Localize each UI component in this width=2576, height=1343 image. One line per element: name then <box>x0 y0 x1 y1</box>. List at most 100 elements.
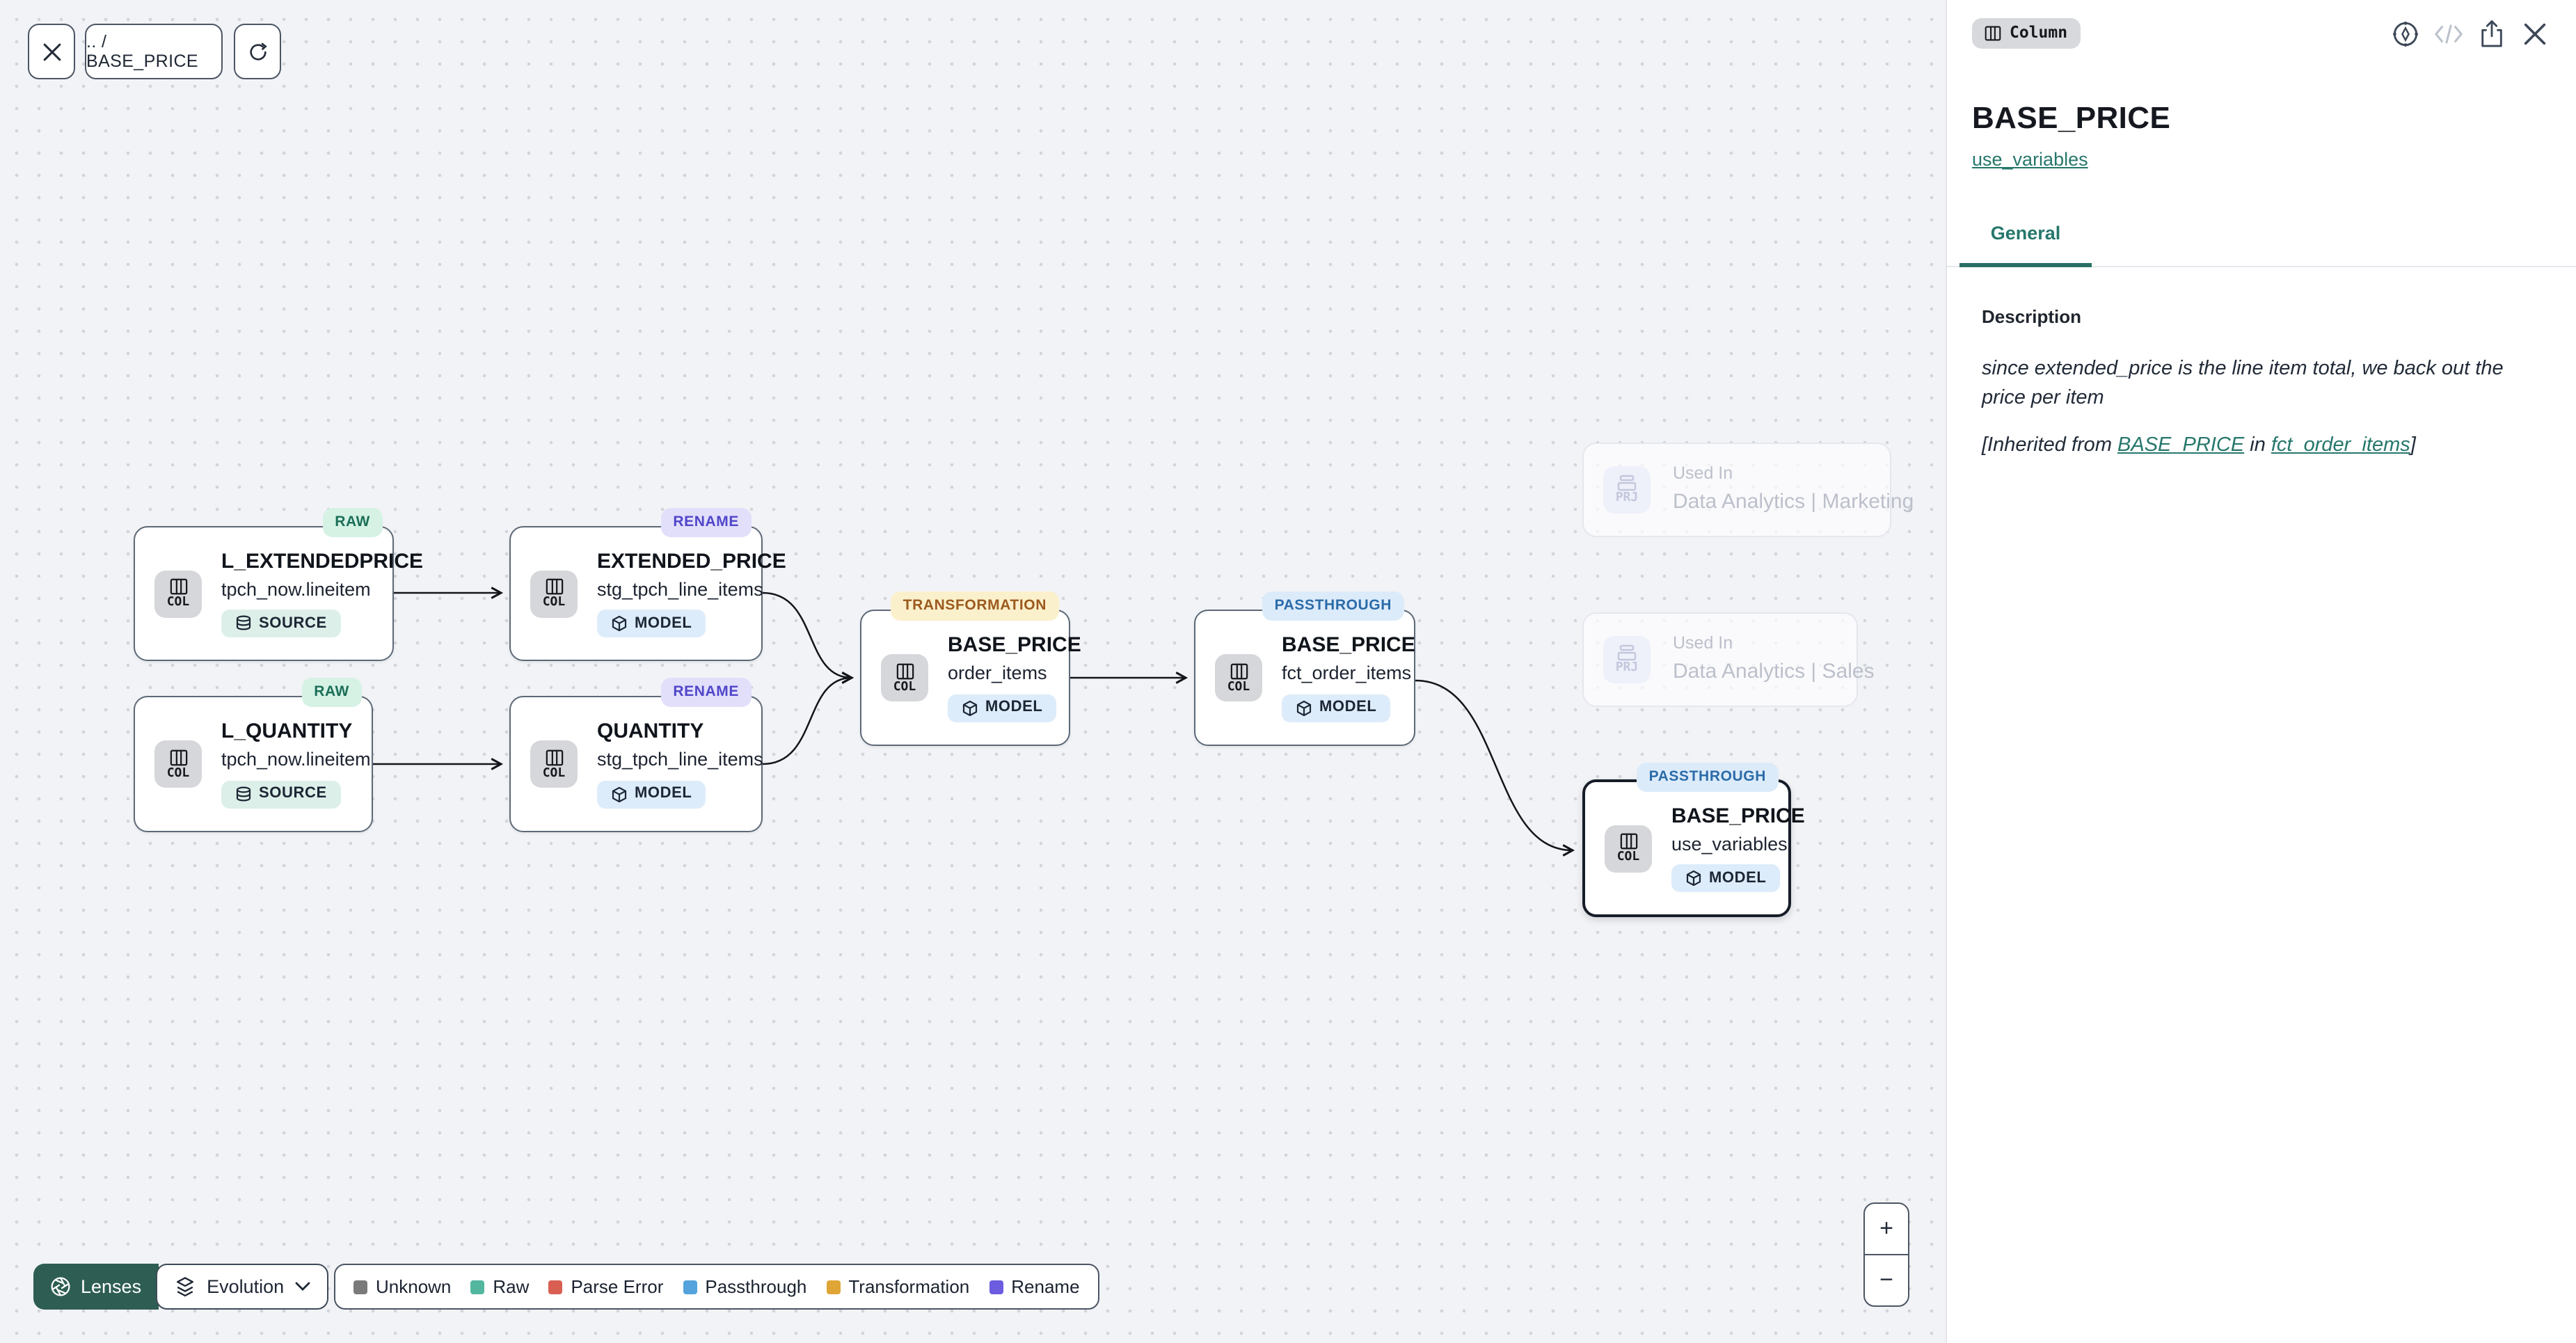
column-icon <box>1985 25 2001 42</box>
description-label: Description <box>1982 306 2543 327</box>
column-type-chip: COL <box>881 654 928 701</box>
model-chip: MODEL <box>1282 694 1390 722</box>
node-base-price-fct-order-items[interactable]: PASSTHROUGH COL BASE_PRICE fct_order_ite… <box>1194 610 1415 746</box>
node-subtitle: use_variables <box>1671 832 1780 856</box>
node-l-quantity[interactable]: RAW COL L_QUANTITY tpch_now.lineitem SOU… <box>134 696 373 832</box>
compass-icon <box>2390 19 2419 48</box>
node-title: EXTENDED_PRICE <box>597 549 753 574</box>
zoom-control: + − <box>1863 1202 1909 1308</box>
legend-swatch <box>353 1280 367 1294</box>
node-base-price-order-items[interactable]: TRANSFORMATION COL BASE_PRICE order_item… <box>860 610 1070 746</box>
column-type-chip: COL <box>530 570 578 617</box>
database-icon <box>235 616 252 633</box>
model-chip: MODEL <box>1671 865 1780 893</box>
node-subtitle: stg_tpch_line_items <box>597 577 753 601</box>
node-quantity[interactable]: RENAME COL QUANTITY stg_tpch_line_items … <box>509 696 763 832</box>
node-l-extendedprice[interactable]: RAW COL L_EXTENDEDPRICE tpch_now.lineite… <box>134 526 394 661</box>
column-icon <box>545 748 563 766</box>
column-icon <box>169 578 187 596</box>
legend-swatch <box>826 1280 840 1294</box>
edge-quantity-orderitems <box>763 678 852 764</box>
breadcrumb[interactable]: .. / BASE_PRICE <box>85 24 223 79</box>
legend-item-unknown: Unknown <box>353 1276 451 1297</box>
column-icon <box>1230 662 1248 680</box>
source-chip: SOURCE <box>221 781 341 809</box>
description-text: since extended_price is the line item to… <box>1982 355 2543 413</box>
model-chip: MODEL <box>948 694 1056 722</box>
lenses-button[interactable]: Lenses <box>33 1264 158 1310</box>
node-base-price-use-variables[interactable]: PASSTHROUGH COL BASE_PRICE use_variables… <box>1582 779 1791 917</box>
refresh-icon <box>247 41 268 62</box>
refresh-button[interactable] <box>234 24 281 79</box>
lens-legend: Unknown Raw Parse Error Passthrough Tran… <box>334 1264 1099 1310</box>
legend-item-passthrough: Passthrough <box>683 1276 806 1297</box>
inherited-column-link[interactable]: BASE_PRICE <box>2117 434 2244 456</box>
explore-compass-button[interactable] <box>2390 18 2420 49</box>
used-in-card-sales: PRJ Used In Data Analytics | Sales <box>1582 612 1858 707</box>
project-icon <box>1617 644 1637 661</box>
source-chip: SOURCE <box>221 610 341 638</box>
project-chip: PRJ <box>1603 466 1651 514</box>
legend-item-raw: Raw <box>470 1276 529 1297</box>
legend-item-transformation: Transformation <box>826 1276 969 1297</box>
model-chip: MODEL <box>597 781 706 809</box>
cube-icon <box>611 786 628 803</box>
node-extended-price[interactable]: RENAME COL EXTENDED_PRICE stg_tpch_line_… <box>509 526 763 661</box>
code-view-button[interactable] <box>2433 18 2463 49</box>
column-type-chip: COL <box>530 740 578 788</box>
project-chip: PRJ <box>1603 636 1651 683</box>
node-title: L_QUANTITY <box>221 720 363 745</box>
node-title: QUANTITY <box>597 720 753 745</box>
inherited-model-link[interactable]: fct_order_items <box>2271 434 2410 456</box>
column-icon <box>896 662 914 680</box>
legend-item-parse-error: Parse Error <box>548 1276 663 1297</box>
column-type-chip: COL <box>154 740 202 788</box>
used-in-label: Used In <box>1673 634 1875 655</box>
panel-title: BASE_PRICE <box>1972 100 2551 136</box>
lens-selector[interactable]: Evolution <box>155 1264 328 1310</box>
used-in-value: Data Analytics | Marketing <box>1673 489 1914 516</box>
column-icon <box>169 748 187 766</box>
node-title: BASE_PRICE <box>1671 804 1780 829</box>
active-tab-indicator <box>1959 263 2092 267</box>
legend-item-rename: Rename <box>989 1276 1079 1297</box>
edge-extendedprice-orderitems <box>763 593 852 678</box>
node-subtitle: tpch_now.lineitem <box>221 747 363 772</box>
share-button[interactable] <box>2476 18 2506 49</box>
node-subtitle: order_items <box>948 661 1060 685</box>
zoom-in-button[interactable]: + <box>1865 1204 1908 1254</box>
layers-icon <box>173 1276 196 1298</box>
close-icon <box>42 42 61 61</box>
cube-icon <box>611 616 628 633</box>
legend-swatch <box>683 1280 697 1294</box>
entity-type-badge: Column <box>1972 18 2080 49</box>
column-type-chip: COL <box>1605 825 1652 872</box>
cube-icon <box>1685 871 1702 887</box>
column-icon <box>1619 832 1637 850</box>
used-in-label: Used In <box>1673 464 1914 485</box>
use-variables-link[interactable]: use_variables <box>1972 149 2088 170</box>
share-icon <box>2478 19 2504 48</box>
chevron-down-icon <box>295 1282 310 1292</box>
zoom-out-button[interactable]: − <box>1865 1256 1908 1306</box>
legend-swatch <box>989 1280 1003 1294</box>
panel-tabs: General <box>1947 223 2576 267</box>
used-in-card-marketing: PRJ Used In Data Analytics | Marketing <box>1582 443 1891 537</box>
lenses-bar: Lenses Evolution <box>33 1264 328 1310</box>
close-panel-button[interactable] <box>2519 18 2550 49</box>
used-in-value: Data Analytics | Sales <box>1673 659 1875 686</box>
node-title: L_EXTENDEDPRICE <box>221 549 384 574</box>
close-icon <box>2522 22 2546 45</box>
tab-general[interactable]: General <box>1959 223 2092 244</box>
exit-lineage-button[interactable] <box>28 24 75 79</box>
legend-swatch <box>470 1280 484 1294</box>
cube-icon <box>962 700 978 717</box>
lineage-canvas[interactable]: PRJ Used In Data Analytics | Marketing P… <box>0 0 1946 1343</box>
column-icon <box>545 578 563 596</box>
panel-header: Column <box>1947 0 2576 49</box>
model-chip: MODEL <box>597 610 706 638</box>
model-link-row: use_variables <box>1972 149 2551 170</box>
edge-fctorderitems-usevariables <box>1415 681 1573 850</box>
project-icon <box>1617 475 1637 491</box>
description-section: Description since extended_price is the … <box>1947 267 2576 456</box>
